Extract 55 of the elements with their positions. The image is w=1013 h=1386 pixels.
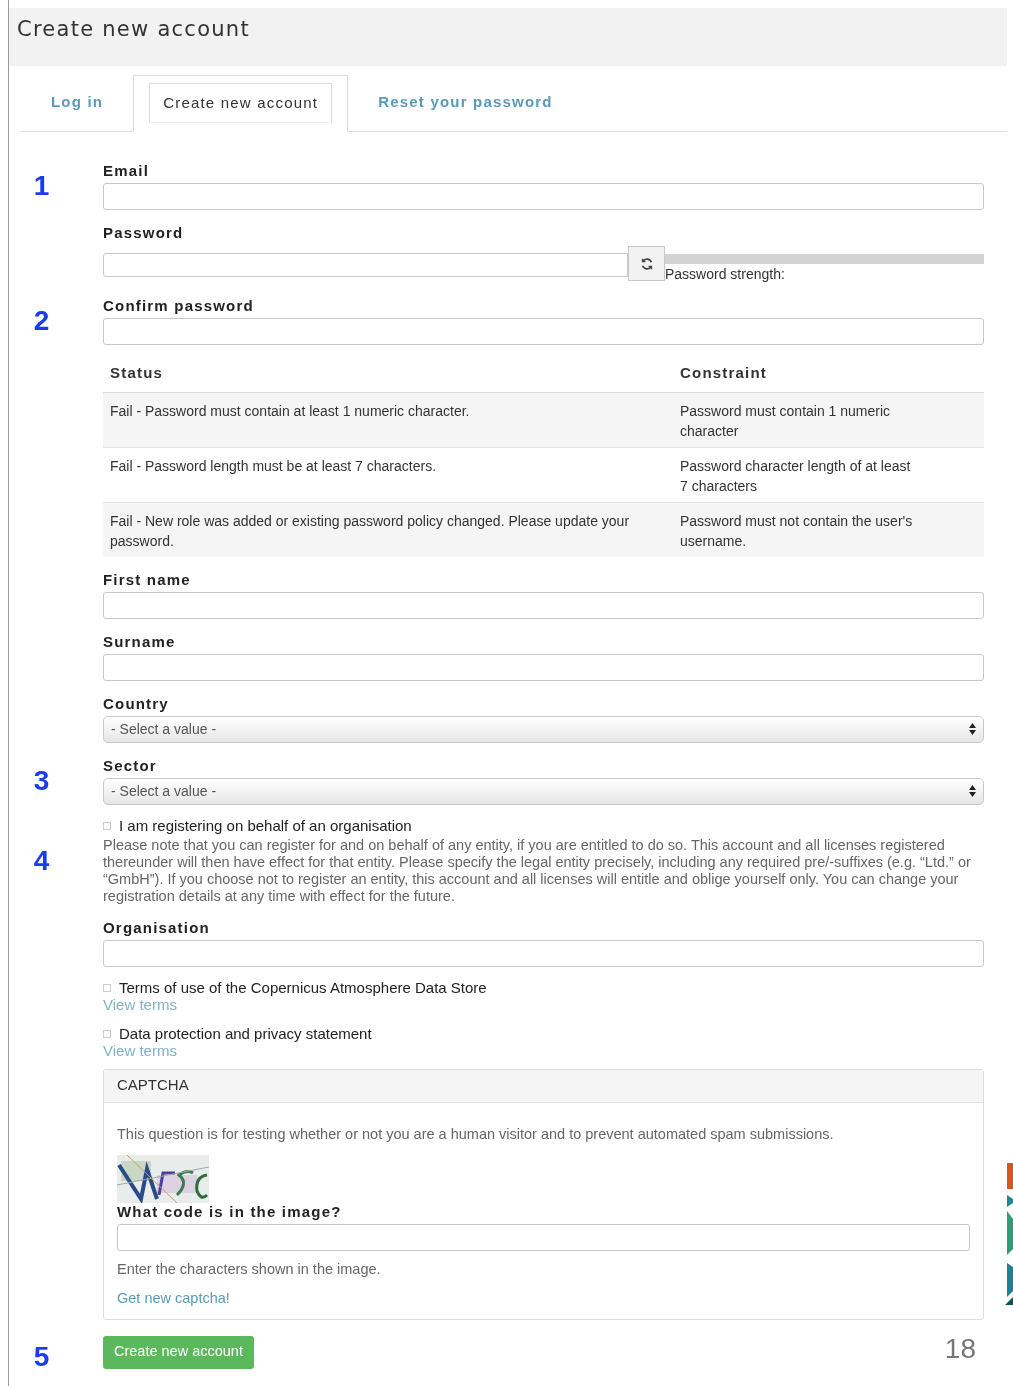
- tab[interactable]: Reset your password: [348, 74, 583, 131]
- step-number: 1: [33, 169, 50, 203]
- column-header: Status: [103, 355, 673, 392]
- table-cell: Fail - Password must contain at least 1 numeric character.: [103, 392, 673, 447]
- field-label: Password: [103, 224, 185, 242]
- view-terms-link[interactable]: View terms: [103, 1042, 177, 1059]
- checkbox-label: Terms of use of the Copernicus Atmosphere Data Store: [119, 978, 487, 997]
- captcha-title: CAPTCHA: [104, 1069, 983, 1103]
- table-cell: Password character length of at least 7 characters: [673, 447, 984, 502]
- captcha-intro: This question is for testing whether or not you are a human visitor and to prevent automated spam submissions.: [117, 1124, 835, 1143]
- field-label: First name: [103, 570, 192, 589]
- step-number: 3: [33, 763, 50, 798]
- password-field[interactable]: [103, 253, 628, 277]
- checkbox[interactable]: [103, 821, 111, 830]
- field-label: Organisation: [103, 918, 211, 937]
- checkbox-label: I am registering on behalf of an organisation: [119, 816, 412, 835]
- new-captcha-link[interactable]: Get new captcha!: [117, 1288, 230, 1307]
- tab[interactable]: Create new account: [149, 83, 333, 123]
- tab[interactable]: Log in: [21, 74, 134, 131]
- step-number: 5: [33, 1339, 50, 1374]
- page-number: 18: [944, 1332, 976, 1366]
- input-field[interactable]: [103, 318, 984, 345]
- field-label: Sector: [103, 756, 158, 775]
- checkbox-label: Data protection and privacy statement: [119, 1024, 372, 1043]
- column-header: Constraint: [673, 355, 984, 392]
- refresh-button[interactable]: [628, 246, 665, 281]
- captcha-field[interactable]: [117, 1223, 970, 1251]
- checkbox[interactable]: [103, 983, 111, 992]
- input-field[interactable]: [103, 653, 984, 681]
- step-number: 4: [33, 843, 50, 878]
- strength-label: Password strength:: [665, 265, 785, 283]
- checkbox[interactable]: [103, 1029, 111, 1038]
- view-terms-link[interactable]: View terms: [103, 996, 177, 1013]
- input-field[interactable]: [103, 591, 984, 619]
- field-label: Country: [103, 694, 170, 713]
- table-cell: Fail - Password length must be at least 7 characters.: [103, 447, 673, 502]
- page-title: Create new account: [17, 17, 250, 41]
- table-cell: Password must not contain the user's username.: [673, 502, 984, 557]
- updown-icon: [969, 785, 976, 797]
- table-cell: Fail - New role was added or existing password policy changed. Please update your password.: [103, 502, 673, 557]
- field-label: Confirm password: [103, 297, 255, 315]
- input-field[interactable]: [103, 183, 984, 210]
- select-field[interactable]: - Select a value -: [103, 777, 984, 805]
- updown-icon: [969, 723, 976, 735]
- table-cell: Password must contain 1 numeric character: [673, 392, 984, 447]
- captcha-hint: Enter the characters shown in the image.: [117, 1259, 382, 1278]
- input-field[interactable]: [103, 939, 984, 967]
- field-label: Email: [103, 162, 151, 180]
- select-field[interactable]: - Select a value -: [103, 715, 984, 743]
- field-label: Surname: [103, 632, 177, 651]
- create-account-button[interactable]: Create new account: [103, 1335, 254, 1369]
- note-text: Please note that you can register for and on behalf of any entity, if you are entitled to do so. This account and all licenses registered thereunder will then have effect for that entity. Please specify the legal entity precisely, including any required pre/-suffixes (e.g. “Ltd.” or “GmbH”). If you choose not to register an entity, this account and all licenses will entitle and oblige yourself only. You can change your registration details at any time with effect for the future.: [103, 836, 972, 905]
- captcha-question: What code is in the image?: [117, 1202, 343, 1221]
- refresh-icon: [639, 256, 654, 271]
- step-number: 2: [33, 304, 50, 338]
